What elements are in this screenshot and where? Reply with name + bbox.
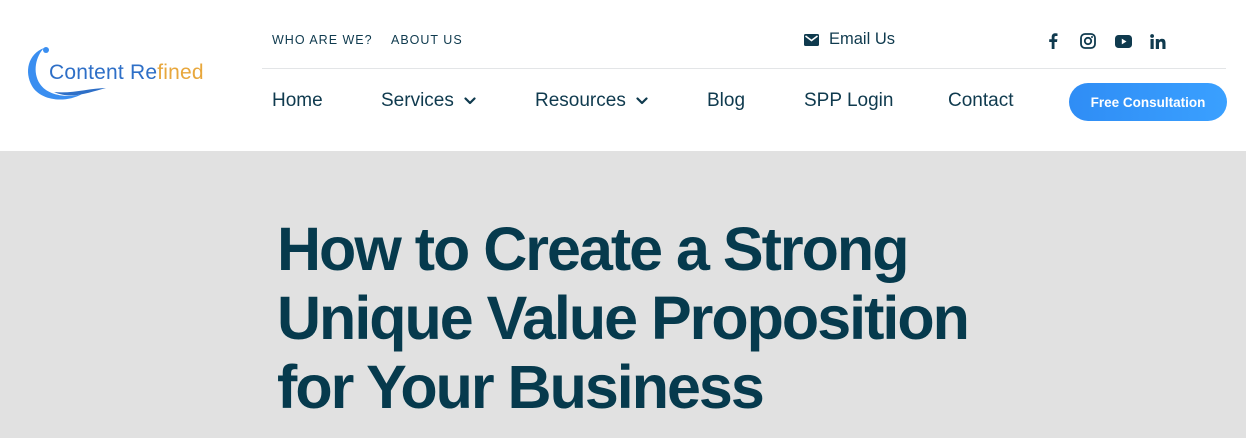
envelope-icon: [804, 33, 819, 46]
header-divider: [262, 68, 1226, 69]
site-header: Content Refined WHO ARE WE? ABOUT US Ema…: [0, 0, 1246, 151]
logo[interactable]: Content Refined: [24, 42, 234, 104]
logo-text: Content Refined: [49, 61, 204, 85]
nav-item-services[interactable]: Services: [381, 90, 476, 112]
hero-section: How to Create a Strong Unique Value Prop…: [0, 151, 1246, 438]
chevron-down-icon: [636, 97, 648, 105]
page-title: How to Create a Strong Unique Value Prop…: [277, 215, 970, 421]
nav-item-resources[interactable]: Resources: [535, 90, 648, 112]
nav-item-label: Services: [381, 90, 454, 111]
nav-item-contact[interactable]: Contact: [948, 90, 1013, 112]
nav-item-label: Blog: [707, 90, 746, 111]
chevron-down-icon: [464, 97, 476, 105]
free-consultation-button[interactable]: Free Consultation: [1069, 83, 1227, 121]
nav-item-label: Contact: [948, 90, 1014, 111]
email-us-label: Email Us: [829, 30, 896, 48]
logo-text-part1: Content Re: [49, 61, 158, 84]
nav-item-label: SPP Login: [804, 90, 894, 111]
facebook-icon[interactable]: [1042, 30, 1064, 52]
nav-item-blog[interactable]: Blog: [707, 90, 745, 112]
nav-item-spp-login[interactable]: SPP Login: [804, 90, 893, 112]
youtube-icon[interactable]: [1112, 30, 1134, 52]
nav-item-label: Home: [272, 90, 323, 111]
topbar-link-who-are-we[interactable]: WHO ARE WE?: [272, 33, 373, 47]
nav-item-home[interactable]: Home: [272, 90, 323, 112]
logo-text-part2: fined: [157, 61, 204, 84]
topbar-link-about-us[interactable]: ABOUT US: [391, 33, 463, 47]
nav-item-label: Resources: [535, 90, 626, 111]
email-us-link[interactable]: Email Us: [804, 30, 895, 49]
instagram-icon[interactable]: [1077, 30, 1099, 52]
linkedin-icon[interactable]: [1147, 30, 1169, 52]
